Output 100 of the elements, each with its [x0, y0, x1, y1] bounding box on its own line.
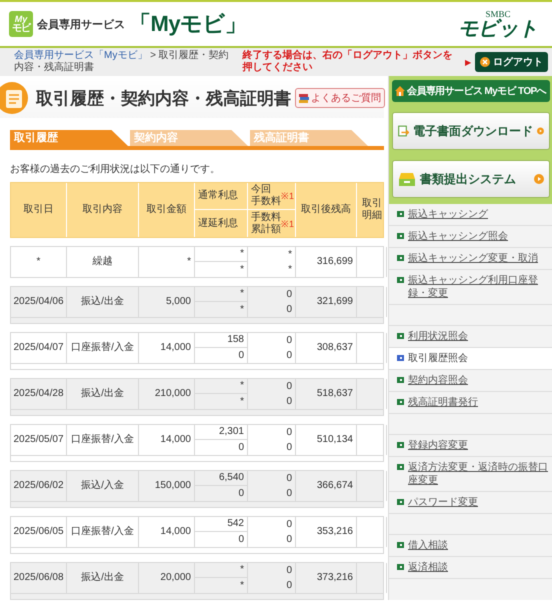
table-cell: 振込/出金	[67, 287, 139, 317]
sidebar-link[interactable]: 契約内容照会	[408, 374, 468, 387]
table-cell: *	[195, 302, 248, 317]
sidebar-link[interactable]: 振込キャッシング	[408, 208, 488, 221]
table-cell: 366,674	[296, 471, 357, 501]
play-icon	[537, 126, 544, 136]
breadcrumb-link[interactable]: 会員専用サービス「Myモビ」	[14, 50, 148, 61]
service-name: 「Myモビ」	[129, 10, 247, 38]
table-cell: 158	[195, 333, 248, 348]
table-cell: *	[11, 247, 67, 277]
sidebar-link[interactable]: 利用状況照会	[408, 330, 468, 343]
column-header: 取引 明細	[361, 197, 383, 223]
page-title: 取引履歴・契約内容・残高証明書	[36, 88, 291, 110]
table-cell: 2025/05/07	[11, 425, 67, 455]
table-cell: 0	[248, 471, 296, 486]
document-icon	[398, 123, 410, 139]
table-cell: 0	[248, 440, 296, 455]
column-header: 取引金額	[139, 183, 195, 237]
table-cell: *	[139, 247, 195, 277]
sidebar-link[interactable]: 借入相談	[408, 539, 448, 552]
table-cell: 0	[248, 486, 296, 501]
table-cell: 6,540	[195, 471, 248, 486]
table-cell: 2025/06/08	[11, 563, 67, 593]
table-cell: 振込/出金	[67, 379, 139, 409]
table-cell: 0	[248, 348, 296, 363]
table-cell: *	[195, 394, 248, 409]
table-cell: 口座振替/入金	[67, 517, 139, 547]
top-button[interactable]: 会員専用サービス Myモビ TOPへ	[392, 80, 550, 102]
table-cell: 2025/06/05	[11, 517, 67, 547]
brand-name: モビット	[458, 18, 538, 38]
table-cell: 0	[248, 425, 296, 440]
table-cell: *	[195, 379, 248, 394]
table-cell: 0	[195, 348, 248, 363]
table-cell: 321,699	[296, 287, 357, 317]
sidebar-link[interactable]: 返済相談	[408, 561, 448, 574]
table-cell: 0	[248, 578, 296, 593]
feature-button[interactable]: 電子書面ダウンロード	[392, 112, 550, 150]
table-cell: 0	[248, 517, 296, 532]
sidebar-link[interactable]: 返済方法変更・返済時の振替口座変更	[408, 461, 549, 487]
column-header: 通常利息	[195, 183, 248, 210]
table-cell: 振込/入金	[67, 471, 139, 501]
table-cell: 0	[248, 563, 296, 578]
breadcrumb: 会員専用サービス「Myモビ」 > 取引履歴・契約内容・残高証明書	[14, 50, 230, 74]
logout-button[interactable]: ログアウト	[475, 52, 548, 72]
table-cell: 口座振替/入金	[67, 425, 139, 455]
column-header: 遅延利息	[195, 210, 248, 237]
table-cell: *	[195, 247, 248, 262]
service-label: 会員専用サービス	[37, 18, 125, 32]
tray-icon	[398, 171, 416, 187]
table-cell: 2,301	[195, 425, 248, 440]
faq-button[interactable]: よくあるご質問	[295, 88, 385, 108]
column-header: 取引内容	[67, 183, 139, 237]
column-header: 取引後残高	[296, 183, 357, 237]
table-cell: *	[195, 287, 248, 302]
table-cell: 510,134	[296, 425, 357, 455]
table-cell: 353,216	[296, 517, 357, 547]
table-cell: 5,000	[139, 287, 195, 317]
table-cell: 0	[248, 333, 296, 348]
table-cell: 373,216	[296, 563, 357, 593]
feature-button[interactable]: 書類提出システム	[392, 160, 550, 198]
books-icon	[299, 93, 309, 103]
sidebar-link[interactable]: 登録内容変更	[408, 439, 468, 452]
table-cell: 0	[248, 394, 296, 409]
play-icon	[534, 174, 544, 184]
table-cell: *	[195, 578, 248, 593]
table-cell: 150,000	[139, 471, 195, 501]
table-cell: 0	[248, 379, 296, 394]
table-cell: 14,000	[139, 333, 195, 363]
sidebar-link[interactable]: 振込キャッシング照会	[408, 230, 508, 243]
logo-badge: My モビ	[9, 11, 33, 37]
table-cell: 210,000	[139, 379, 195, 409]
table-cell: 2025/04/07	[11, 333, 67, 363]
table-cell: 口座振替/入金	[67, 333, 139, 363]
table-cell: 14,000	[139, 517, 195, 547]
table-cell: 0	[248, 302, 296, 317]
table-cell: 0	[248, 287, 296, 302]
table-cell: 繰越	[67, 247, 139, 277]
table-cell: 542	[195, 517, 248, 532]
table-cell: 518,637	[296, 379, 357, 409]
table-cell: 14,000	[139, 425, 195, 455]
sidebar-link[interactable]: 振込キャッシング利用口座登録・変更	[408, 274, 549, 300]
table-cell: 2025/04/28	[11, 379, 67, 409]
sidebar-link[interactable]: 残高証明書発行	[408, 396, 478, 409]
table-cell: 0	[195, 486, 248, 501]
sidebar-link[interactable]: 振込キャッシング変更・取消	[408, 252, 538, 265]
close-icon	[480, 57, 490, 67]
logout-notice: 終了する場合は、右の「ログアウト」ボタンを押してください	[242, 50, 454, 74]
table-cell: 308,637	[296, 333, 357, 363]
intro-text: お客様の過去のご利用状況は以下の通りです。	[10, 164, 221, 176]
table-cell: 2025/04/06	[11, 287, 67, 317]
column-header: 取引日	[11, 183, 67, 237]
brand-top: SMBC	[485, 10, 510, 18]
table-cell: *	[195, 262, 248, 277]
table-cell: 振込/出金	[67, 563, 139, 593]
table-cell: 2025/06/02	[11, 471, 67, 501]
table-cell: *	[195, 563, 248, 578]
sidebar-link[interactable]: パスワード変更	[408, 496, 478, 509]
table-cell: 0	[195, 440, 248, 455]
table-cell: *	[248, 247, 296, 262]
table-cell: 20,000	[139, 563, 195, 593]
